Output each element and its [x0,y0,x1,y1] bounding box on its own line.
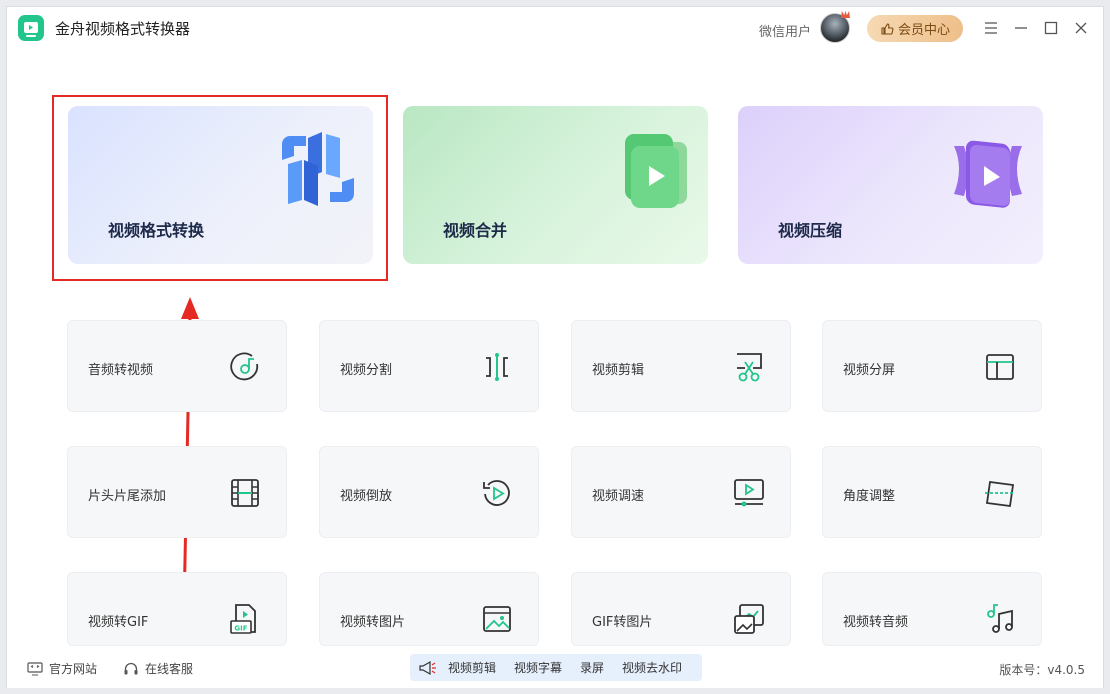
minimize-icon[interactable] [1010,17,1032,39]
tool-video-reverse[interactable]: 视频倒放 [319,446,539,538]
card-label: 视频合并 [443,221,508,240]
vip-center-button[interactable]: 会员中心 [867,15,963,42]
tool-video-to-gif[interactable]: 视频转GIF GIF [67,572,287,646]
app-window: 金舟视频格式转换器 微信用户 会员中心 视频格式转换 视频合并 视频压缩 音频转… [6,6,1104,688]
tool-label: 视频转音频 [843,615,909,630]
tool-audio-to-video[interactable]: 音频转视频 [67,320,287,412]
menu-icon[interactable] [980,17,1002,39]
promo-remove-watermark[interactable]: 视频去水印 [622,659,682,676]
monitor-icon [27,661,43,676]
gif-file-icon: GIF [230,604,256,634]
tool-label: 视频转GIF [88,615,149,630]
promo-video-edit[interactable]: 视频剪辑 [448,659,496,676]
card-label: 视频压缩 [778,221,843,240]
speed-icon [734,479,764,507]
audio-to-video-icon [230,352,259,381]
tool-video-to-image[interactable]: 视频转图片 [319,572,539,646]
tool-label: 片头片尾添加 [88,489,167,504]
tool-video-split-screen[interactable]: 视频分屏 [822,320,1042,412]
tool-label: 角度调整 [843,489,896,504]
tool-label: 音频转视频 [88,363,154,378]
app-logo-icon [18,15,44,41]
thumb-up-icon [881,22,894,35]
tool-label: GIF转图片 [592,615,653,630]
video-merge-card[interactable]: 视频合并 [403,106,708,264]
reverse-play-icon [483,480,510,506]
music-note-icon [987,604,1013,633]
tool-gif-to-image[interactable]: GIF转图片 [571,572,791,646]
compress-icon [954,140,1022,208]
rotate-icon [985,480,1015,508]
megaphone-icon [419,660,436,675]
headset-icon [124,662,138,674]
highlight-box [52,95,388,281]
image-icon [483,606,511,632]
online-support-link[interactable]: 在线客服 [123,660,193,677]
tool-video-split[interactable]: 视频分割 [319,320,539,412]
app-title: 金舟视频格式转换器 [55,20,191,38]
tool-label: 视频剪辑 [592,363,645,378]
vip-center-label: 会员中心 [897,23,950,38]
split-icon [486,353,508,381]
tool-video-to-audio[interactable]: 视频转音频 [822,572,1042,646]
tool-label: 视频转图片 [340,615,406,630]
video-compress-card[interactable]: 视频压缩 [738,106,1043,264]
promo-screen-record[interactable]: 录屏 [580,659,604,676]
version-label: 版本号：v4.0.5 [999,663,1085,677]
tool-label: 视频分屏 [843,363,896,378]
tool-video-edit[interactable]: 视频剪辑 [571,320,791,412]
online-support-label: 在线客服 [145,662,194,676]
title-bar: 金舟视频格式转换器 微信用户 会员中心 [7,7,1103,51]
split-screen-icon [986,354,1014,380]
official-website-label: 官方网站 [49,662,98,676]
tool-angle-adjust[interactable]: 角度调整 [822,446,1042,538]
bottom-bar: 官方网站 在线客服 视频剪辑 视频字幕 录屏 视频去水印 版本号：v4.0.5 [7,648,1103,688]
gif-to-image-icon [734,604,764,634]
tool-intro-outro[interactable]: 片头片尾添加 [67,446,287,538]
tool-video-speed[interactable]: 视频调速 [571,446,791,538]
maximize-icon[interactable] [1040,17,1062,39]
crown-icon [841,11,850,18]
tool-label: 视频分割 [340,363,393,378]
promo-video-subtitle[interactable]: 视频字幕 [514,659,562,676]
film-strip-icon [231,479,259,507]
merge-icon [625,134,687,208]
svg-text:GIF: GIF [234,625,247,633]
promo-bar: 视频剪辑 视频字幕 录屏 视频去水印 [410,654,702,681]
tool-label: 视频倒放 [340,489,393,504]
close-icon[interactable] [1070,17,1092,39]
scissors-icon [737,353,762,382]
tool-label: 视频调速 [592,489,645,504]
official-website-link[interactable]: 官方网站 [27,660,97,677]
user-name[interactable]: 微信用户 [759,21,811,40]
